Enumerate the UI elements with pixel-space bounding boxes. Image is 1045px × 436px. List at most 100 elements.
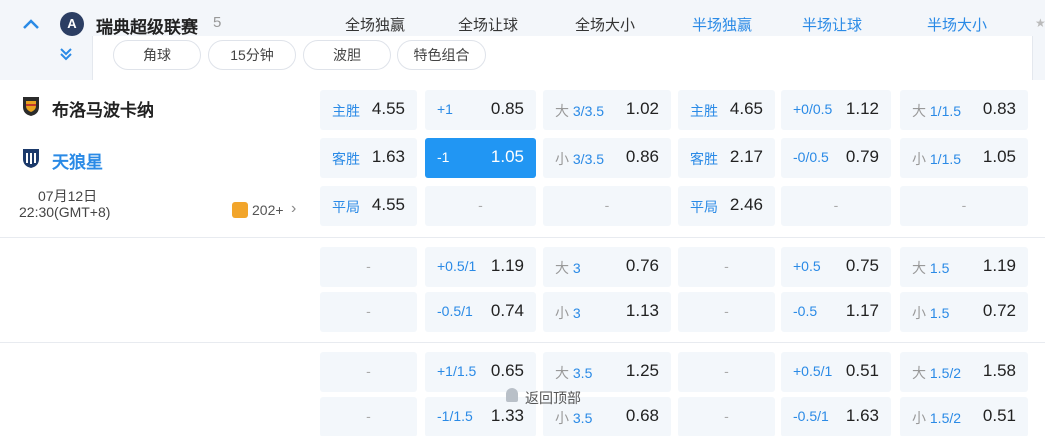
odds-cell: - <box>320 397 417 436</box>
odds-cell[interactable]: -0/0.5 0.79 <box>781 138 891 178</box>
row-divider <box>0 342 1045 343</box>
odds-cell[interactable]: 小 1.5/2 0.51 <box>900 397 1028 436</box>
odds-cell: - <box>781 186 891 226</box>
odds-cell: - <box>900 186 1028 226</box>
more-markets-link[interactable]: 202+ <box>252 202 284 218</box>
odds-cell[interactable]: +1 0.85 <box>425 90 536 130</box>
odds-cell[interactable]: 大 1.5/2 1.58 <box>900 352 1028 392</box>
odds-value: 1.63 <box>845 406 879 425</box>
match-date: 07月12日 <box>38 188 98 204</box>
odds-label: 小 3 <box>555 303 581 323</box>
odds-over-under: 大 <box>912 260 926 276</box>
odds-cell: - <box>425 186 536 226</box>
odds-empty: - <box>724 258 729 274</box>
odds-cell: - <box>543 186 671 226</box>
odds-over-under: 大 <box>555 260 569 276</box>
odds-line: -0.5/1 <box>793 408 829 424</box>
odds-value: 2.17 <box>729 147 763 166</box>
home-team-name[interactable]: 布洛马波卡纳 <box>52 96 154 121</box>
odds-value: 4.55 <box>371 195 405 214</box>
odds-cell: - <box>320 292 417 332</box>
odds-value: 0.68 <box>625 406 659 425</box>
away-team-logo-icon <box>23 149 39 168</box>
odds-cell-selected[interactable]: -1 1.05 <box>425 138 536 178</box>
filter-15min[interactable]: 15分钟 <box>208 40 296 70</box>
odds-label: 大 3.5 <box>555 363 592 383</box>
odds-line: -1/1.5 <box>437 408 473 424</box>
star-icon[interactable]: ★ <box>1035 16 1045 30</box>
odds-line: 1.5/2 <box>929 410 962 426</box>
double-chevron-down-icon[interactable] <box>58 46 74 62</box>
odds-cell[interactable]: +0.5/1 0.51 <box>781 352 891 392</box>
home-team-logo-icon <box>23 97 39 116</box>
odds-label: +0/0.5 <box>793 101 832 117</box>
col-full-total: 全场大小 <box>574 17 635 34</box>
odds-value: 1.05 <box>982 147 1016 166</box>
odds-value: 0.51 <box>845 361 879 380</box>
odds-label: 小 1.5/2 <box>912 408 961 428</box>
odds-cell[interactable]: 大 1/1.5 0.83 <box>900 90 1028 130</box>
odds-empty: - <box>366 363 371 379</box>
odds-line: 3.5 <box>572 365 593 381</box>
odds-cell[interactable]: 大 3 0.76 <box>543 247 671 287</box>
odds-cell[interactable]: 小 1/1.5 1.05 <box>900 138 1028 178</box>
odds-cell[interactable]: 客胜 2.17 <box>678 138 775 178</box>
odds-line: 主胜 <box>332 103 360 119</box>
odds-cell[interactable]: -0.5 1.17 <box>781 292 891 332</box>
odds-label: +0.5 <box>793 258 821 274</box>
odds-over-under: 大 <box>555 365 569 381</box>
chevron-up-icon[interactable] <box>20 14 42 34</box>
odds-label: +1 <box>437 101 453 117</box>
odds-over-under: 大 <box>555 103 569 119</box>
col-full-handicap: 全场让球 <box>457 17 518 34</box>
row-divider <box>0 237 1045 238</box>
odds-cell[interactable]: 小 1.5 0.72 <box>900 292 1028 332</box>
odds-over-under: 小 <box>912 305 926 321</box>
odds-cell[interactable]: 主胜 4.55 <box>320 90 417 130</box>
odds-label: +1/1.5 <box>437 363 476 379</box>
odds-line: 1.5 <box>929 260 950 276</box>
odds-cell: - <box>678 352 775 392</box>
odds-value: 0.83 <box>982 99 1016 118</box>
odds-over-under: 小 <box>912 410 926 426</box>
odds-value: 1.25 <box>625 361 659 380</box>
odds-cell[interactable]: 大 1.5 1.19 <box>900 247 1028 287</box>
odds-cell[interactable]: 主胜 4.65 <box>678 90 775 130</box>
odds-cell[interactable]: 平局 4.55 <box>320 186 417 226</box>
odds-value: 1.17 <box>845 301 879 320</box>
odds-value: 4.55 <box>371 99 405 118</box>
league-header: A 瑞典超级联赛 5 全场独赢 全场让球 全场大小 半场独赢 半场让球 半场大小… <box>0 0 1045 80</box>
odds-line: 3 <box>572 305 581 321</box>
odds-line: +0.5 <box>793 258 821 274</box>
odds-cell[interactable]: -0.5/1 0.74 <box>425 292 536 332</box>
filter-special-combo[interactable]: 特色组合 <box>397 40 486 70</box>
odds-empty: - <box>833 197 839 213</box>
odds-label: -1 <box>437 149 449 165</box>
odds-empty: - <box>478 197 483 213</box>
odds-cell[interactable]: +0.5/1 1.19 <box>425 247 536 287</box>
odds-value: 2.46 <box>729 195 763 214</box>
odds-cell[interactable]: 小 3/3.5 0.86 <box>543 138 671 178</box>
odds-line: 3/3.5 <box>572 103 605 119</box>
odds-line: 3.5 <box>572 410 593 426</box>
odds-line: +0.5/1 <box>437 258 477 274</box>
odds-cell[interactable]: +0.5 0.75 <box>781 247 891 287</box>
odds-cell[interactable]: 小 3 1.13 <box>543 292 671 332</box>
odds-cell[interactable]: +0/0.5 1.12 <box>781 90 891 130</box>
odds-line: 3 <box>572 260 581 276</box>
odds-cell[interactable]: 大 3/3.5 1.02 <box>543 90 671 130</box>
odds-label: -0/0.5 <box>793 149 829 165</box>
league-name: 瑞典超级联赛 <box>96 18 198 37</box>
odds-line: 1/1.5 <box>929 103 962 119</box>
back-to-top-button[interactable]: 返回顶部 <box>490 384 600 412</box>
odds-cell[interactable]: -0.5/1 1.63 <box>781 397 891 436</box>
odds-value: 4.65 <box>729 99 763 118</box>
chevron-right-icon[interactable]: › <box>291 200 296 218</box>
filter-corners[interactable]: 角球 <box>113 40 201 70</box>
col-half-handicap: 半场让球 <box>801 17 862 34</box>
filter-correct-score[interactable]: 波胆 <box>303 40 391 70</box>
odds-cell[interactable]: 平局 2.46 <box>678 186 775 226</box>
odds-label: -0.5/1 <box>793 408 829 424</box>
away-team-name[interactable]: 天狼星 <box>52 148 103 173</box>
odds-cell[interactable]: 客胜 1.63 <box>320 138 417 178</box>
